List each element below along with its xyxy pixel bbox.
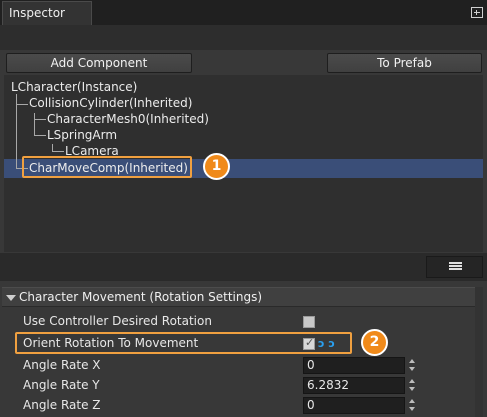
property-label: Angle Rate Z — [23, 398, 101, 412]
use-controller-rotation-checkbox[interactable] — [303, 316, 315, 328]
details-menu-button[interactable] — [426, 256, 483, 278]
tree-line — [34, 135, 46, 136]
property-label: Angle Rate Y — [23, 378, 100, 392]
tab-inspector-label: Inspector — [9, 6, 65, 20]
tree-line — [16, 94, 17, 104]
to-prefab-button[interactable]: To Prefab — [327, 53, 482, 73]
add-component-button[interactable]: Add Component — [6, 53, 192, 73]
toolbar-strip — [0, 25, 487, 50]
menu-icon — [449, 262, 462, 273]
tree-item-spring-arm[interactable]: LSpringArm — [47, 128, 117, 142]
tree-line — [34, 113, 35, 135]
tree-line — [52, 151, 64, 152]
tab-inspector[interactable]: Inspector — [2, 1, 92, 25]
tree-item-lcharacter[interactable]: LCharacter(Instance) — [11, 80, 137, 94]
pin-icon[interactable] — [471, 7, 483, 18]
spinner-icon[interactable] — [409, 358, 416, 373]
tree-item-collision-cylinder[interactable]: CollisionCylinder(Inherited) — [29, 96, 192, 110]
highlight-box-1 — [22, 156, 192, 178]
angle-rate-z-field[interactable]: 0 — [303, 397, 405, 414]
property-label: Use Controller Desired Rotation — [23, 314, 212, 328]
category-label: Character Movement (Rotation Settings) — [19, 290, 263, 304]
angle-rate-x-field[interactable]: 0 — [303, 357, 405, 374]
annotation-badge-1: 1 — [203, 153, 230, 180]
annotation-badge-2: 2 — [361, 329, 388, 356]
tree-item-character-mesh[interactable]: CharacterMesh0(Inherited) — [47, 112, 209, 126]
tree-line — [34, 119, 46, 120]
angle-rate-y-field[interactable]: 6.2832 — [303, 377, 405, 394]
category-header[interactable]: Character Movement (Rotation Settings) — [2, 287, 483, 307]
tree-line — [16, 104, 28, 105]
tree-line — [52, 144, 53, 151]
collapse-arrow-icon — [6, 295, 16, 301]
property-label: Angle Rate X — [23, 358, 101, 372]
highlight-box-2 — [15, 332, 352, 354]
details-scrollbar[interactable] — [475, 287, 483, 417]
tree-line — [16, 104, 17, 168]
spinner-icon[interactable] — [409, 398, 416, 413]
details-toolbar — [0, 253, 487, 281]
spinner-icon[interactable] — [409, 378, 416, 393]
panel-tab-bar: Inspector — [0, 0, 487, 25]
